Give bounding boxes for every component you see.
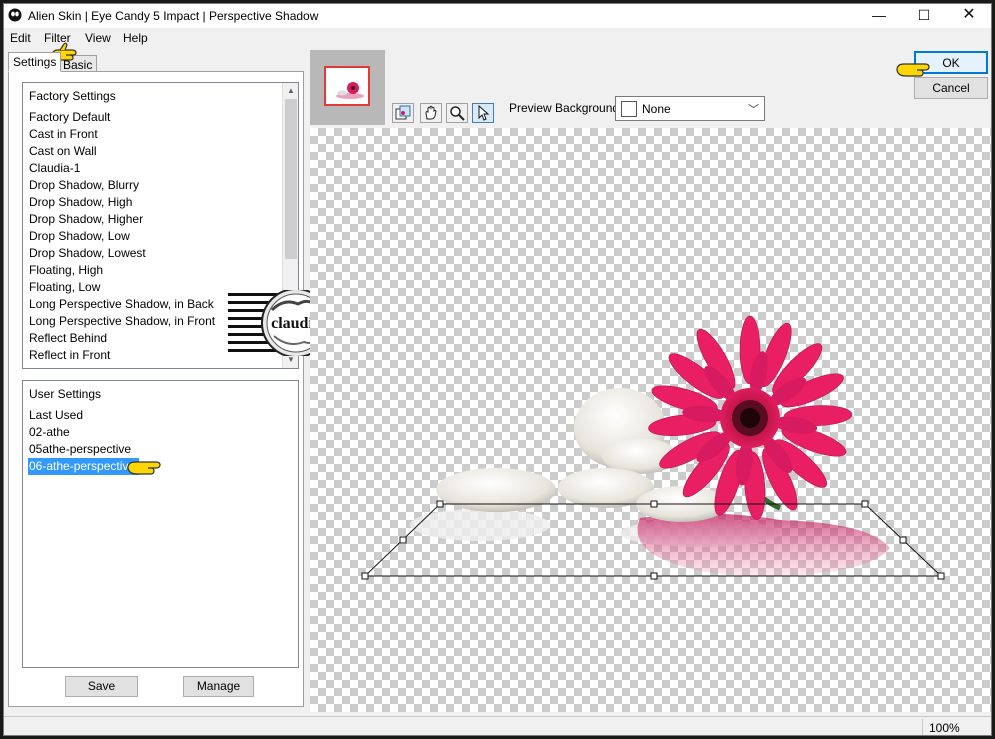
- factory-settings-items: Factory Default Cast in Front Cast on Wa…: [29, 109, 217, 364]
- alien-skin-app-icon: [8, 8, 22, 22]
- list-item[interactable]: Long Perspective Shadow, in Back: [29, 296, 217, 313]
- list-item[interactable]: Drop Shadow, Low: [29, 228, 217, 245]
- save-button[interactable]: Save: [65, 676, 138, 697]
- zoom-level: 100%: [929, 721, 960, 735]
- window-title: Alien Skin | Eye Candy 5 Impact | Perspe…: [28, 9, 319, 23]
- menu-help[interactable]: Help: [123, 31, 148, 45]
- pointing-hand-icon: [896, 63, 930, 77]
- user-settings-list[interactable]: User Settings Last Used 02-athe 05athe-p…: [22, 380, 299, 668]
- hand-icon: [425, 105, 437, 120]
- list-item-selected[interactable]: 06-athe-perspective: [28, 458, 140, 475]
- minimize-button[interactable]: —: [856, 4, 902, 28]
- list-item[interactable]: Drop Shadow, High: [29, 194, 217, 211]
- manage-button[interactable]: Manage: [183, 676, 254, 697]
- list-item[interactable]: Cast in Front: [29, 126, 217, 143]
- list-item[interactable]: Drop Shadow, Blurry: [29, 177, 217, 194]
- scroll-up-arrow-icon[interactable]: ▲: [283, 83, 298, 99]
- menu-view[interactable]: View: [85, 31, 111, 45]
- user-settings-items: Last Used 02-athe 05athe-perspective 06-…: [28, 407, 140, 475]
- list-item[interactable]: Reflect Behind: [29, 330, 217, 347]
- eye-candy-window: Alien Skin | Eye Candy 5 Impact | Perspe…: [3, 3, 992, 736]
- preview-background-label: Preview Background:: [509, 101, 623, 115]
- title-bar: Alien Skin | Eye Candy 5 Impact | Perspe…: [4, 4, 991, 28]
- pan-zoom-icon: [395, 105, 411, 120]
- hand-tool-button[interactable]: [420, 103, 442, 123]
- preview-background-select[interactable]: None ﹀: [615, 96, 765, 121]
- preview-background-value: None: [642, 102, 671, 116]
- list-item[interactable]: Claudia-1: [29, 160, 217, 177]
- maximize-button[interactable]: ☐: [901, 4, 947, 28]
- menu-edit[interactable]: Edit: [10, 31, 31, 45]
- pointing-hand-icon: [127, 461, 161, 475]
- scroll-thumb[interactable]: [285, 99, 297, 259]
- settings-panel: Factory Settings Factory Default Cast in…: [8, 71, 304, 707]
- pointer-icon: [478, 105, 490, 121]
- list-item[interactable]: 02-athe: [29, 424, 139, 441]
- background-swatch: [621, 101, 637, 117]
- chevron-down-icon: ﹀: [748, 104, 759, 116]
- list-item[interactable]: Reflect in Front: [29, 347, 217, 364]
- list-item[interactable]: Floating, Low: [29, 279, 217, 296]
- zoom-icon: [450, 106, 465, 121]
- navigator-viewport[interactable]: [324, 66, 370, 106]
- list-item[interactable]: Drop Shadow, Higher: [29, 211, 217, 228]
- list-item[interactable]: Long Perspective Shadow, in Front: [29, 313, 217, 330]
- status-separator: [922, 719, 923, 735]
- list-item[interactable]: Cast on Wall: [29, 143, 217, 160]
- status-bar: 100%: [4, 716, 991, 735]
- preview-canvas[interactable]: [310, 128, 991, 712]
- preview-image: [361, 315, 945, 580]
- navigator-thumbnail-image: [336, 82, 364, 99]
- list-item[interactable]: Factory Default: [29, 109, 217, 126]
- close-button[interactable]: ✕: [946, 4, 991, 28]
- tab-settings[interactable]: Settings: [8, 52, 62, 72]
- list-item[interactable]: Last Used: [29, 407, 139, 424]
- pointer-tool-button[interactable]: [472, 103, 494, 123]
- factory-settings-header: Factory Settings: [29, 89, 116, 103]
- preview-navigator[interactable]: [310, 50, 385, 125]
- menu-bar: Edit Filter View Help: [4, 28, 991, 50]
- pan-zoom-tool-button[interactable]: [392, 103, 414, 123]
- list-item[interactable]: 05athe-perspective: [29, 441, 139, 458]
- list-item[interactable]: Drop Shadow, Lowest: [29, 245, 217, 262]
- zoom-tool-button[interactable]: [446, 103, 468, 123]
- list-item[interactable]: Floating, High: [29, 262, 217, 279]
- user-settings-header: User Settings: [29, 387, 102, 401]
